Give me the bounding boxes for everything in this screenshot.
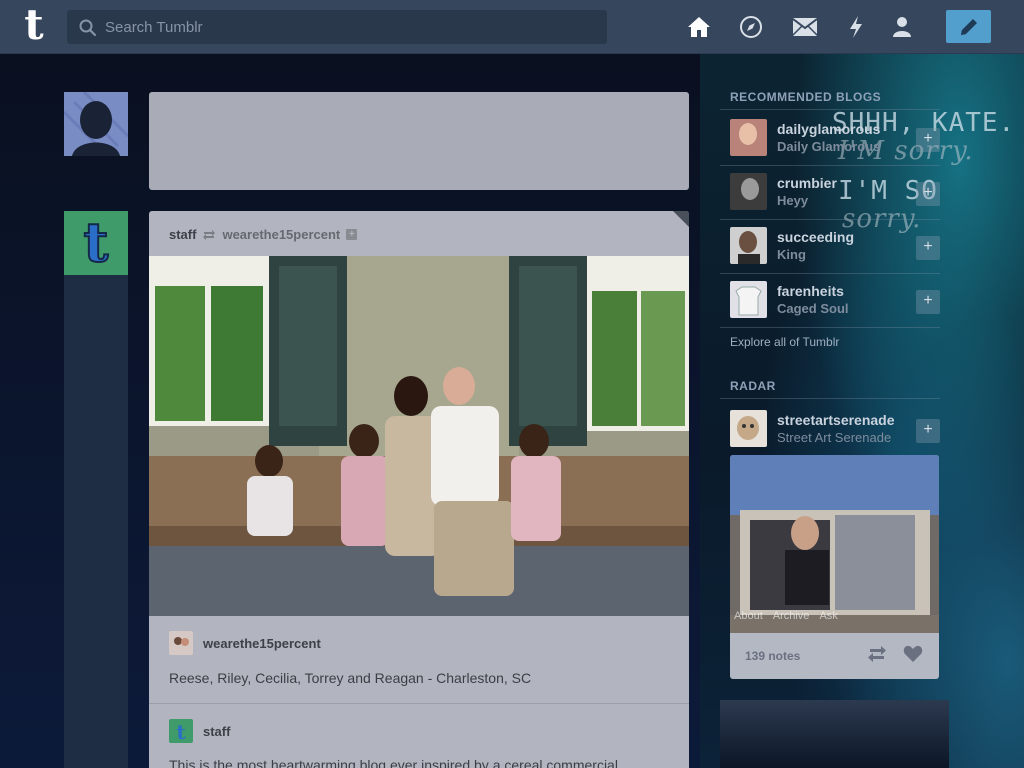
- overlay-archive: Archive: [772, 610, 810, 622]
- post-photo[interactable]: [149, 256, 689, 616]
- blog-avatar: [730, 410, 767, 447]
- reblog-icon: [203, 229, 216, 240]
- staff-trail-entry: t staff: [169, 719, 230, 743]
- radar-notes-count[interactable]: 139 notes: [745, 649, 800, 663]
- like-heart-icon[interactable]: [903, 645, 923, 663]
- blog-avatar: [730, 173, 767, 210]
- sidebar-divider: [720, 327, 940, 328]
- radar-blog-item[interactable]: streetartserenade Street Art Serenade +: [730, 410, 940, 458]
- staff-username[interactable]: staff: [203, 724, 230, 739]
- explore-all-link[interactable]: Explore all of Tumblr: [730, 335, 839, 349]
- reblogged-from[interactable]: wearethe15percent: [222, 227, 340, 242]
- search-icon: [79, 19, 97, 37]
- radar-image-overlay: About Archive Ask: [734, 610, 838, 622]
- sidebar-divider: [720, 273, 940, 274]
- reblog-user-avatar[interactable]: [169, 631, 193, 655]
- blog-subtitle: Caged Soul: [777, 301, 849, 316]
- inbox-mail-icon[interactable]: [791, 13, 819, 41]
- sidebar-divider: [720, 165, 940, 166]
- reblog-username[interactable]: wearethe15percent: [203, 636, 321, 651]
- blog-name: farenheits: [777, 283, 844, 299]
- post-divider: [149, 703, 689, 704]
- staff-avatar[interactable]: t: [64, 211, 128, 275]
- overlay-ask: Ask: [819, 610, 838, 622]
- follow-button[interactable]: +: [916, 419, 940, 443]
- svg-text:t: t: [176, 720, 186, 743]
- blog-name: succeeding: [777, 229, 855, 245]
- reblog-icon[interactable]: [867, 645, 887, 663]
- post-composer-area[interactable]: [149, 92, 689, 190]
- follow-button[interactable]: +: [916, 128, 940, 152]
- search-input[interactable]: [105, 10, 595, 44]
- blog-name: crumbier: [777, 175, 837, 191]
- blog-subtitle: King: [777, 247, 806, 262]
- dashboard-post: staff wearethe15percent + wearethe15perc…: [149, 211, 689, 768]
- recommended-blog-item[interactable]: dailyglamorous Daily Glamorous +: [730, 119, 940, 167]
- radar-post-image[interactable]: [730, 455, 939, 633]
- post-author[interactable]: staff: [169, 227, 196, 242]
- overlay-about: About: [734, 610, 763, 622]
- pencil-icon: [960, 18, 977, 35]
- post-avatar-rail: [64, 275, 128, 768]
- home-icon[interactable]: [685, 13, 713, 41]
- blog-avatar: [730, 281, 767, 318]
- radar-post-card[interactable]: About Archive Ask 139 notes: [730, 455, 939, 679]
- tumblr-logo[interactable]: t: [14, 4, 54, 49]
- radar-actions: [867, 645, 923, 663]
- follow-button[interactable]: +: [916, 182, 940, 206]
- explore-compass-icon[interactable]: [737, 13, 765, 41]
- sidebar-divider: [720, 109, 940, 110]
- sidebar-divider: [720, 398, 940, 399]
- follow-button[interactable]: +: [916, 236, 940, 260]
- svg-text:t: t: [84, 215, 109, 271]
- recommended-blogs-title: RECOMMENDED BLOGS: [730, 90, 882, 104]
- top-navigation-bar: t: [0, 0, 1024, 54]
- follow-button[interactable]: +: [916, 290, 940, 314]
- blog-name: dailyglamorous: [777, 121, 881, 137]
- compose-post-button[interactable]: [946, 10, 991, 43]
- recommended-blog-item[interactable]: succeeding King +: [730, 227, 940, 275]
- staff-mini-avatar[interactable]: t: [169, 719, 193, 743]
- account-person-icon[interactable]: [888, 13, 916, 41]
- recommended-blog-item[interactable]: farenheits Caged Soul +: [730, 281, 940, 329]
- blog-subtitle: Street Art Serenade: [777, 430, 892, 445]
- my-avatar[interactable]: [64, 92, 128, 156]
- blog-avatar: [730, 119, 767, 156]
- radar-title: RADAR: [730, 379, 776, 393]
- activity-lightning-icon[interactable]: [842, 13, 870, 41]
- post-body-text: This is the most heartwarming blog ever …: [169, 757, 622, 768]
- blog-avatar: [730, 227, 767, 264]
- post-header: staff wearethe15percent +: [169, 227, 358, 242]
- reblog-trail-entry: wearethe15percent: [169, 631, 321, 655]
- follow-plus-icon[interactable]: +: [346, 229, 358, 240]
- post-caption: Reese, Riley, Cecilia, Torrey and Reagan…: [169, 670, 532, 686]
- blog-subtitle: Daily Glamorous: [777, 139, 881, 154]
- recommended-blog-item[interactable]: crumbier Heyy +: [730, 173, 940, 221]
- post-corner-fold: [673, 211, 689, 227]
- blog-subtitle: Heyy: [777, 193, 809, 208]
- search-box[interactable]: [67, 10, 607, 44]
- next-sidebar-card: [720, 700, 949, 768]
- sidebar-divider: [720, 219, 940, 220]
- blog-name: streetartserenade: [777, 412, 895, 428]
